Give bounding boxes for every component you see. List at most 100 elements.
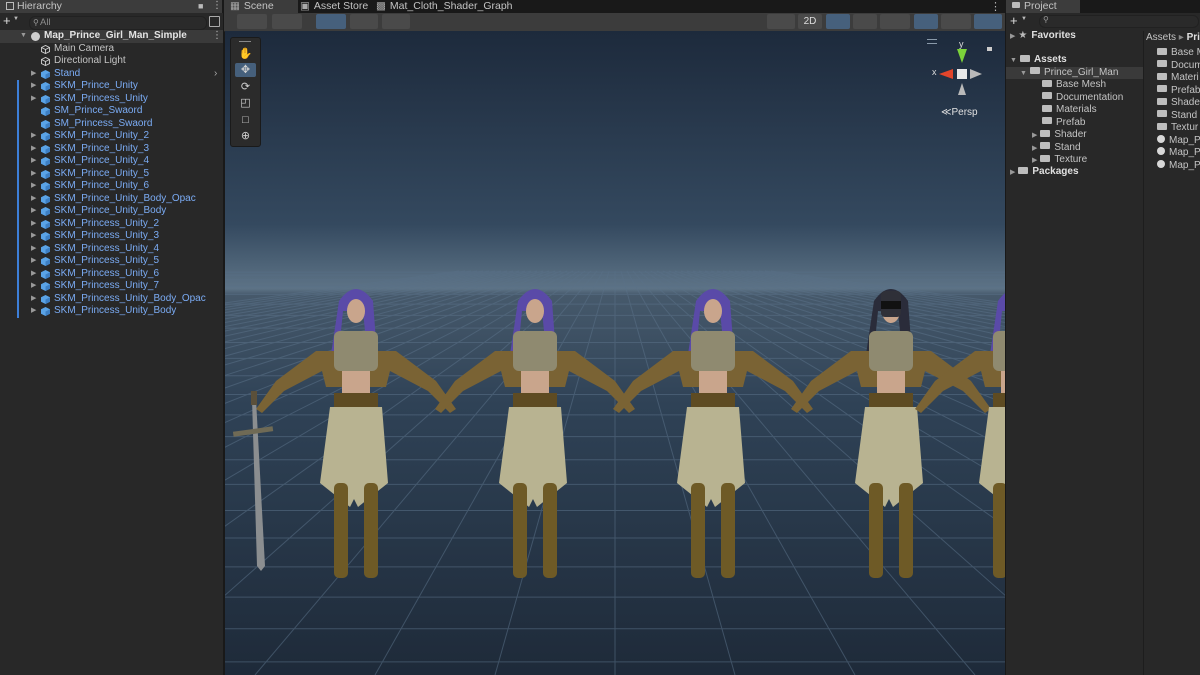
project-asset-item[interactable]: Map_P xyxy=(1157,160,1200,173)
project-asset-item[interactable]: Map_P xyxy=(1157,147,1200,160)
gizmo-y-axis-icon[interactable] xyxy=(957,49,967,63)
expand-arrow-icon[interactable]: ▶ xyxy=(31,155,36,168)
hierarchy-item[interactable]: ▶ SKM_Princess_Unity_Body xyxy=(0,305,223,318)
scene-kebab-icon[interactable]: ⋮ xyxy=(990,0,1001,13)
breadcrumb-assets[interactable]: Assets xyxy=(1146,32,1176,43)
hand-tool-icon[interactable]: ✋ xyxy=(235,47,256,61)
camera-settings-dropdown[interactable] xyxy=(941,14,971,29)
hierarchy-item[interactable]: SM_Prince_Swaord xyxy=(0,105,223,118)
project-folder-row[interactable]: ▶ Texture xyxy=(1006,154,1143,167)
hierarchy-item[interactable]: SM_Princess_Swaord xyxy=(0,117,223,130)
breadcrumb-prince[interactable]: Prince xyxy=(1187,32,1200,43)
character-model[interactable] xyxy=(915,289,1005,578)
hierarchy-item[interactable]: Main Camera xyxy=(0,43,223,56)
scale-tool-icon[interactable]: ◰ xyxy=(235,96,256,110)
project-pane-divider[interactable] xyxy=(1143,31,1144,675)
scene-visibility-icon[interactable] xyxy=(209,16,220,27)
effects-dropdown[interactable] xyxy=(880,14,910,29)
tab-scene[interactable]: ▦ Scene xyxy=(224,0,298,13)
project-folder-row[interactable]: ▶ Shader xyxy=(1006,129,1143,142)
hierarchy-item[interactable]: ▶ SKM_Princess_Unity_2 xyxy=(0,217,223,231)
character-model[interactable] xyxy=(791,289,991,578)
expand-arrow-icon[interactable]: ▶ xyxy=(31,80,36,93)
open-prefab-icon[interactable]: › xyxy=(214,68,217,81)
packages-row[interactable]: ▶ Packages xyxy=(1010,166,1079,179)
gizmos-dropdown[interactable] xyxy=(974,14,1002,29)
hierarchy-item[interactable]: ▶ SKM_Prince_Unity xyxy=(0,80,223,93)
project-asset-item[interactable]: Textur xyxy=(1157,122,1198,135)
project-folder-row[interactable]: Base Mesh xyxy=(1006,79,1143,92)
hierarchy-item[interactable]: ▶ SKM_Princess_Unity xyxy=(0,92,223,106)
lock-icon[interactable]: ■ xyxy=(198,1,203,11)
expand-arrow-icon[interactable]: ▶ xyxy=(31,305,36,318)
expand-arrow-icon[interactable]: ▶ xyxy=(31,205,36,218)
project-folder-row[interactable]: Documentation xyxy=(1006,92,1143,105)
hierarchy-item[interactable]: ▶ SKM_Princess_Unity_7 xyxy=(0,280,223,293)
project-folder-row[interactable]: ▼ Prince_Girl_Man xyxy=(1006,66,1143,79)
assets-arrow-icon[interactable]: ▼ xyxy=(1010,57,1017,64)
expand-arrow-icon[interactable]: ▶ xyxy=(31,255,36,268)
hierarchy-item[interactable]: ▶ SKM_Princess_Unity_5 xyxy=(0,255,223,268)
transform-tool-icon[interactable]: ⊕ xyxy=(235,129,256,143)
kebab-menu-icon[interactable]: ⋮ xyxy=(212,0,222,11)
hierarchy-item[interactable]: ▶ SKM_Prince_Unity_2 xyxy=(0,130,223,143)
assets-row[interactable]: ▼ Assets xyxy=(1010,54,1067,67)
add-button[interactable]: + xyxy=(3,13,11,28)
expand-arrow-icon[interactable]: ▶ xyxy=(31,230,36,243)
toggle-2d-button[interactable]: 2D xyxy=(798,14,822,29)
expand-arrow-icon[interactable]: ▶ xyxy=(1032,157,1037,164)
hierarchy-item[interactable]: ▶ SKM_Prince_Unity_4 xyxy=(0,155,223,168)
favorites-row[interactable]: ▶ ★ Favorites xyxy=(1010,30,1076,43)
expand-arrow-icon[interactable]: ▶ xyxy=(31,168,36,181)
expand-arrow-icon[interactable]: ▶ xyxy=(31,143,36,156)
grid-toggle[interactable] xyxy=(316,14,346,29)
project-asset-item[interactable]: Materi xyxy=(1157,72,1199,85)
scene-viewport[interactable]: ✋ ✥ ⟳ ◰ □ ⊕ y x ≪Persp xyxy=(225,31,1005,675)
orientation-gizmo[interactable]: y x xyxy=(927,39,997,109)
hierarchy-item[interactable]: ▶ SKM_Prince_Unity_Body_Opac xyxy=(0,192,223,206)
tab-project[interactable]: Project xyxy=(1006,0,1080,13)
gizmo-lock-icon[interactable] xyxy=(987,47,992,51)
hierarchy-item[interactable]: ▶ Stand › xyxy=(0,68,223,81)
gizmo-z-axis-icon[interactable] xyxy=(970,69,982,79)
render-mode-dropdown[interactable] xyxy=(272,14,302,29)
snap-dropdown[interactable] xyxy=(350,14,378,29)
expand-arrow-icon[interactable]: ▶ xyxy=(31,93,36,106)
hierarchy-item[interactable]: ▶ SKM_Princess_Unity_4 xyxy=(0,242,223,256)
increment-snap-dropdown[interactable] xyxy=(382,14,410,29)
rotate-tool-icon[interactable]: ⟳ xyxy=(235,80,256,94)
hierarchy-item[interactable]: ▶ SKM_Princess_Unity_Body_Opac xyxy=(0,292,223,305)
gizmo-center-icon[interactable] xyxy=(957,69,967,79)
gizmo-x-axis-icon[interactable] xyxy=(939,69,953,79)
scene-menu-icon[interactable]: ⋮ xyxy=(212,30,222,43)
packages-arrow-icon[interactable]: ▶ xyxy=(1010,169,1015,176)
perspective-toggle[interactable]: ≪Persp xyxy=(941,107,978,118)
project-search-input[interactable]: ⚲ xyxy=(1039,15,1199,28)
project-add-dropdown-icon[interactable]: ▼ xyxy=(1021,16,1027,22)
favorites-arrow-icon[interactable]: ▶ xyxy=(1010,33,1015,40)
hierarchy-item[interactable]: ▶ SKM_Prince_Unity_Body xyxy=(0,205,223,218)
visibility-toggle[interactable] xyxy=(914,14,938,29)
tab-hierarchy[interactable]: Hierarchy xyxy=(0,0,222,13)
expand-arrow-icon[interactable]: ▼ xyxy=(1020,70,1027,77)
project-asset-item[interactable]: Map_P xyxy=(1157,135,1200,148)
toolbar-handle[interactable] xyxy=(239,41,251,42)
expand-arrow-icon[interactable]: ▶ xyxy=(1032,132,1037,139)
audio-toggle[interactable] xyxy=(853,14,877,29)
project-asset-item[interactable]: Stand xyxy=(1157,110,1197,123)
sword-model[interactable] xyxy=(232,391,274,571)
character-model[interactable] xyxy=(256,289,456,578)
hierarchy-item[interactable]: ▶ SKM_Princess_Unity_6 xyxy=(0,267,223,280)
tab-asset-store[interactable]: ▣ Asset Store xyxy=(294,0,374,13)
project-add-button[interactable]: + xyxy=(1010,13,1018,28)
expand-arrow-icon[interactable]: ▶ xyxy=(31,280,36,293)
scene-camera-dropdown[interactable] xyxy=(767,14,795,29)
expand-arrow-icon[interactable]: ▶ xyxy=(31,218,36,231)
expand-arrow-icon[interactable]: ▶ xyxy=(31,193,36,206)
expand-arrow-icon[interactable]: ▶ xyxy=(31,130,36,143)
lighting-toggle[interactable] xyxy=(826,14,850,29)
draw-mode-dropdown[interactable] xyxy=(237,14,267,29)
project-folder-row[interactable]: Materials xyxy=(1006,104,1143,117)
hierarchy-item[interactable]: ▶ SKM_Prince_Unity_3 xyxy=(0,142,223,156)
expand-arrow-icon[interactable]: ▶ xyxy=(31,243,36,256)
